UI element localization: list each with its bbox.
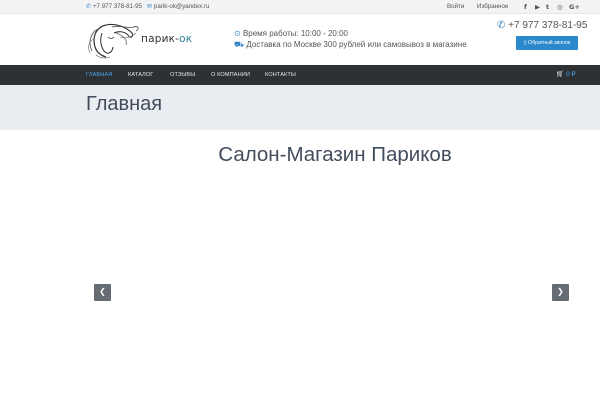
topbar-email[interactable]: ✉ parik-ok@yandex.ru	[147, 0, 209, 14]
clock-icon: ⊙	[234, 29, 241, 38]
working-hours-text: Время работы: 10:00 - 20:00	[242, 29, 348, 38]
chevron-left-icon: ❮	[99, 287, 106, 296]
header-phone-text: +7 977 378-81-95	[508, 20, 588, 31]
cart-icon: 🛒︎	[556, 71, 565, 78]
topbar-email-text: parik-ok@yandex.ru	[153, 3, 210, 10]
callback-label: Обратный звонок	[528, 40, 571, 46]
nav-item-home[interactable]: Главная	[86, 65, 112, 85]
cart-link[interactable]: 🛒︎ 0 ₽	[556, 65, 576, 85]
header-phone[interactable]: ✆ +7 977 378-81-95	[497, 20, 587, 31]
page-title-band: Главная	[0, 85, 600, 130]
site-header: парик-ок ⊙ Время работы: 10:00 - 20:00 ⛟…	[0, 14, 600, 65]
envelope-icon: ✉	[147, 3, 153, 10]
callback-button[interactable]: ▯ Обратный звонок	[516, 36, 578, 50]
login-link[interactable]: Войти	[447, 0, 464, 14]
delivery-text: Доставка по Москве 300 рублей или самовы…	[246, 40, 467, 49]
google-plus-icon[interactable]: G+	[569, 0, 580, 14]
chevron-right-icon: ❯	[557, 287, 564, 296]
working-hours: ⊙ Время работы: 10:00 - 20:00	[234, 29, 348, 38]
page-title: Главная	[86, 93, 163, 115]
phone-icon: ✆	[497, 20, 506, 31]
logo-text-accent: ок	[179, 33, 193, 45]
favorites-link[interactable]: Избранное	[477, 0, 508, 14]
nav-item-catalog[interactable]: Каталог	[128, 65, 153, 85]
twitter-icon[interactable]: t	[546, 0, 549, 14]
slider-next-button[interactable]: ❯	[552, 284, 569, 301]
main-nav: Главная Каталог Отзывы О компании Контак…	[0, 65, 600, 85]
nav-item-reviews[interactable]: Отзывы	[170, 65, 195, 85]
instagram-icon[interactable]: ◎	[557, 0, 563, 14]
topbar-phone[interactable]: ✆ +7 977 378-81-95	[86, 0, 142, 14]
slider-prev-button[interactable]: ❮	[94, 284, 111, 301]
youtube-icon[interactable]: ▶	[535, 0, 540, 14]
logo-text-main: парик-	[141, 33, 180, 45]
nav-item-contacts[interactable]: Контакты	[265, 65, 296, 85]
hero-title: Салон-Магазин Париков	[218, 143, 452, 166]
delivery-info: ⛟ Доставка по Москве 300 рублей или само…	[234, 40, 467, 50]
topbar-phone-text: +7 977 378-81-95	[92, 3, 142, 10]
car-icon: ⛟	[234, 40, 245, 49]
nav-item-about[interactable]: О компании	[211, 65, 250, 85]
logo-text[interactable]: парик-ок	[141, 33, 192, 45]
top-bar: ✆ +7 977 378-81-95 ✉ parik-ok@yandex.ru …	[0, 0, 600, 14]
mobile-icon: ▯	[523, 40, 527, 46]
phone-icon: ✆	[86, 3, 92, 10]
cart-total: 0 ₽	[566, 71, 576, 78]
facebook-icon[interactable]: f	[524, 0, 527, 14]
